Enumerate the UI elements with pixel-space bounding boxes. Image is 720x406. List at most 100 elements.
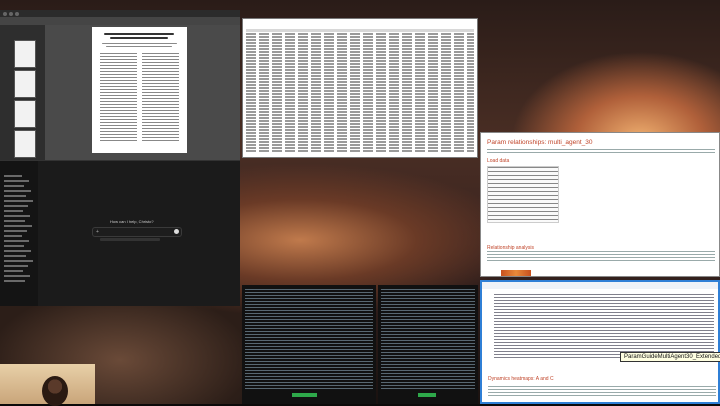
sidebar-item[interactable] bbox=[4, 235, 22, 237]
terminal-progress bbox=[418, 393, 436, 397]
table-row[interactable] bbox=[246, 150, 474, 152]
table-row[interactable] bbox=[246, 138, 474, 140]
table-row[interactable] bbox=[246, 135, 474, 137]
pdf-viewer-window[interactable] bbox=[0, 10, 240, 160]
table-row[interactable] bbox=[246, 93, 474, 95]
maximize-icon[interactable] bbox=[15, 11, 19, 16]
sidebar-item[interactable] bbox=[4, 190, 31, 192]
page-thumbnail[interactable] bbox=[14, 70, 36, 98]
sidebar-item[interactable] bbox=[4, 205, 28, 207]
table-row[interactable] bbox=[246, 123, 474, 125]
table-row[interactable] bbox=[246, 69, 474, 71]
sidebar-item[interactable] bbox=[4, 210, 23, 212]
paper-title-line bbox=[110, 37, 168, 39]
table-row[interactable] bbox=[246, 147, 474, 149]
editor-toolbar bbox=[482, 282, 718, 289]
webcam-overlay bbox=[0, 364, 95, 406]
send-icon[interactable] bbox=[174, 229, 179, 234]
table-row[interactable] bbox=[246, 126, 474, 128]
spreadsheet-grid[interactable] bbox=[243, 33, 477, 155]
sidebar-item[interactable] bbox=[4, 240, 29, 242]
table-row[interactable] bbox=[246, 99, 474, 101]
table-row[interactable] bbox=[246, 81, 474, 83]
code-cell[interactable] bbox=[494, 294, 714, 360]
page-thumbnail[interactable] bbox=[14, 100, 36, 128]
table-row[interactable] bbox=[246, 78, 474, 80]
chat-input[interactable]: + bbox=[92, 227, 182, 237]
pdf-viewer-titlebar[interactable] bbox=[0, 10, 240, 17]
sidebar-item[interactable] bbox=[4, 270, 23, 272]
table-row[interactable] bbox=[246, 102, 474, 104]
terminal-output bbox=[381, 289, 475, 389]
sidebar-item[interactable] bbox=[4, 255, 26, 257]
table-row[interactable] bbox=[246, 90, 474, 92]
sidebar-item[interactable] bbox=[4, 245, 24, 247]
sidebar-item[interactable] bbox=[4, 220, 25, 222]
page-thumbnail[interactable] bbox=[14, 40, 36, 68]
sidebar-item[interactable] bbox=[4, 275, 30, 277]
table-row[interactable] bbox=[246, 132, 474, 134]
sidebar-item[interactable] bbox=[4, 180, 29, 182]
table-row[interactable] bbox=[246, 63, 474, 65]
paper-body-column bbox=[142, 53, 179, 143]
sidebar-item[interactable] bbox=[4, 280, 25, 282]
chat-app-window[interactable]: How can I help, Christo? + bbox=[0, 160, 240, 306]
table-row[interactable] bbox=[246, 144, 474, 146]
sidebar-item[interactable] bbox=[4, 175, 22, 177]
minimize-icon[interactable] bbox=[9, 11, 13, 16]
sidebar-item[interactable] bbox=[4, 195, 26, 197]
table-row[interactable] bbox=[246, 51, 474, 53]
chat-greeting: How can I help, Christo? bbox=[110, 219, 154, 224]
notebook-title: Param relationships: multi_agent_30 bbox=[487, 139, 593, 146]
sidebar-item[interactable] bbox=[4, 265, 28, 267]
notebook-text bbox=[487, 251, 715, 261]
chat-sidebar bbox=[0, 161, 38, 306]
sidebar-item[interactable] bbox=[4, 215, 30, 217]
table-row[interactable] bbox=[246, 114, 474, 116]
table-row[interactable] bbox=[246, 66, 474, 68]
chat-suggestion[interactable] bbox=[100, 238, 160, 241]
sidebar-item[interactable] bbox=[4, 200, 33, 202]
pdf-page[interactable] bbox=[92, 27, 187, 153]
table-row[interactable] bbox=[246, 117, 474, 119]
sidebar-item[interactable] bbox=[4, 250, 31, 252]
sidebar-item[interactable] bbox=[4, 260, 33, 262]
table-row[interactable] bbox=[246, 72, 474, 74]
table-row[interactable] bbox=[246, 120, 474, 122]
table-row[interactable] bbox=[246, 108, 474, 110]
section-load-data: Load data bbox=[487, 158, 510, 164]
sidebar-item[interactable] bbox=[4, 230, 27, 232]
pdf-sidebar bbox=[0, 25, 45, 160]
terminal-right[interactable] bbox=[378, 285, 478, 404]
notebook-text bbox=[487, 149, 715, 155]
section-dynamics: Dynamics heatmaps: A and C bbox=[488, 376, 554, 382]
sidebar-item[interactable] bbox=[4, 185, 24, 187]
table-row[interactable] bbox=[246, 54, 474, 56]
table-row[interactable] bbox=[246, 141, 474, 143]
table-row[interactable] bbox=[246, 48, 474, 50]
table-row[interactable] bbox=[246, 45, 474, 47]
table-row[interactable] bbox=[246, 33, 474, 35]
heatmap-strip bbox=[501, 270, 531, 276]
table-row[interactable] bbox=[246, 39, 474, 41]
table-row[interactable] bbox=[246, 87, 474, 89]
terminal-left[interactable] bbox=[242, 285, 376, 404]
sidebar-item[interactable] bbox=[4, 225, 32, 227]
table-row[interactable] bbox=[246, 57, 474, 59]
page-thumbnail[interactable] bbox=[14, 130, 36, 158]
table-row[interactable] bbox=[246, 105, 474, 107]
notebook-editor-window[interactable]: Dynamics heatmaps: A and C bbox=[480, 280, 720, 404]
notebook-window[interactable]: Param relationships: multi_agent_30 Load… bbox=[480, 132, 720, 277]
table-row[interactable] bbox=[246, 75, 474, 77]
table-row[interactable] bbox=[246, 36, 474, 38]
table-row[interactable] bbox=[246, 84, 474, 86]
close-icon[interactable] bbox=[3, 11, 7, 16]
table-row[interactable] bbox=[246, 96, 474, 98]
add-icon[interactable]: + bbox=[96, 229, 99, 235]
table-row[interactable] bbox=[246, 111, 474, 113]
table-row[interactable] bbox=[246, 42, 474, 44]
spreadsheet-window[interactable] bbox=[242, 18, 478, 158]
table-row[interactable] bbox=[246, 60, 474, 62]
table-row[interactable] bbox=[246, 129, 474, 131]
pdf-toolbar bbox=[0, 17, 240, 25]
